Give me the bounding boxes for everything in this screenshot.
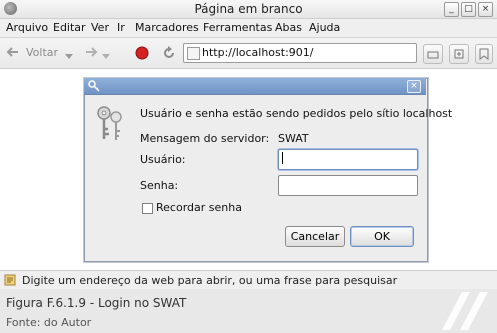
home-icon[interactable] <box>423 44 443 64</box>
server-message-label: Mensagem do servidor: <box>140 132 270 145</box>
menu-ir[interactable]: Ir <box>117 21 125 34</box>
menubar: Arquivo Editar Ver Ir Marcadores Ferrame… <box>0 19 497 38</box>
dialog-message: Usuário e senha estão sendo pedidos pelo… <box>140 107 453 120</box>
decorative-stripes <box>428 292 492 330</box>
reload-icon[interactable] <box>161 45 177 61</box>
key-small-icon <box>88 80 100 92</box>
window-title: Página em branco <box>194 2 303 16</box>
password-field[interactable] <box>278 175 418 196</box>
remember-password-checkbox[interactable] <box>142 203 153 214</box>
cancel-button[interactable]: Cancelar <box>285 226 345 247</box>
window-titlebar: Página em branco _ □ × <box>0 0 497 19</box>
url-text: http://localhost:901/ <box>202 46 314 59</box>
new-tab-icon[interactable] <box>449 44 469 64</box>
page-icon <box>187 47 200 60</box>
keys-icon <box>94 104 126 144</box>
menu-ferramentas[interactable]: Ferramentas <box>203 21 272 34</box>
maximize-icon[interactable]: □ <box>461 2 476 17</box>
remember-password-label[interactable]: Recordar senha <box>156 201 242 214</box>
menu-ver[interactable]: Ver <box>91 21 109 34</box>
stop-icon[interactable] <box>135 46 149 60</box>
server-message-value: SWAT <box>278 132 309 145</box>
forward-dropdown-icon[interactable] <box>102 50 110 59</box>
password-label: Senha: <box>140 179 179 192</box>
back-arrow-icon[interactable] <box>6 45 20 59</box>
caption-title: Figura F.6.1.9 - Login no SWAT <box>6 296 187 310</box>
close-window-icon[interactable]: × <box>478 2 493 17</box>
menu-abas[interactable]: Abas <box>275 21 302 34</box>
menu-arquivo[interactable]: Arquivo <box>6 21 48 34</box>
menu-editar[interactable]: Editar <box>53 21 86 34</box>
forward-arrow-icon[interactable] <box>84 45 98 59</box>
status-text: Digite um endereço da web para abrir, ou… <box>22 274 398 287</box>
status-bar: Digite um endereço da web para abrir, ou… <box>0 270 497 289</box>
status-icon <box>4 274 16 286</box>
caption-source: Fonte: do Autor <box>6 316 92 329</box>
dialog-close-icon[interactable]: × <box>407 80 421 93</box>
menu-marcadores[interactable]: Marcadores <box>135 21 199 34</box>
back-button-label[interactable]: Voltar <box>26 46 58 59</box>
url-field[interactable]: http://localhost:901/ <box>183 43 417 63</box>
username-field[interactable] <box>278 149 418 170</box>
bookmark-icon[interactable] <box>475 44 493 64</box>
back-dropdown-icon[interactable] <box>65 50 73 59</box>
menu-ajuda[interactable]: Ajuda <box>309 21 340 34</box>
minimize-icon[interactable]: _ <box>444 2 459 17</box>
username-label: Usuário: <box>140 153 186 166</box>
text-caret <box>282 152 283 164</box>
dialog-titlebar <box>84 78 426 95</box>
ok-button[interactable]: OK <box>350 226 414 247</box>
